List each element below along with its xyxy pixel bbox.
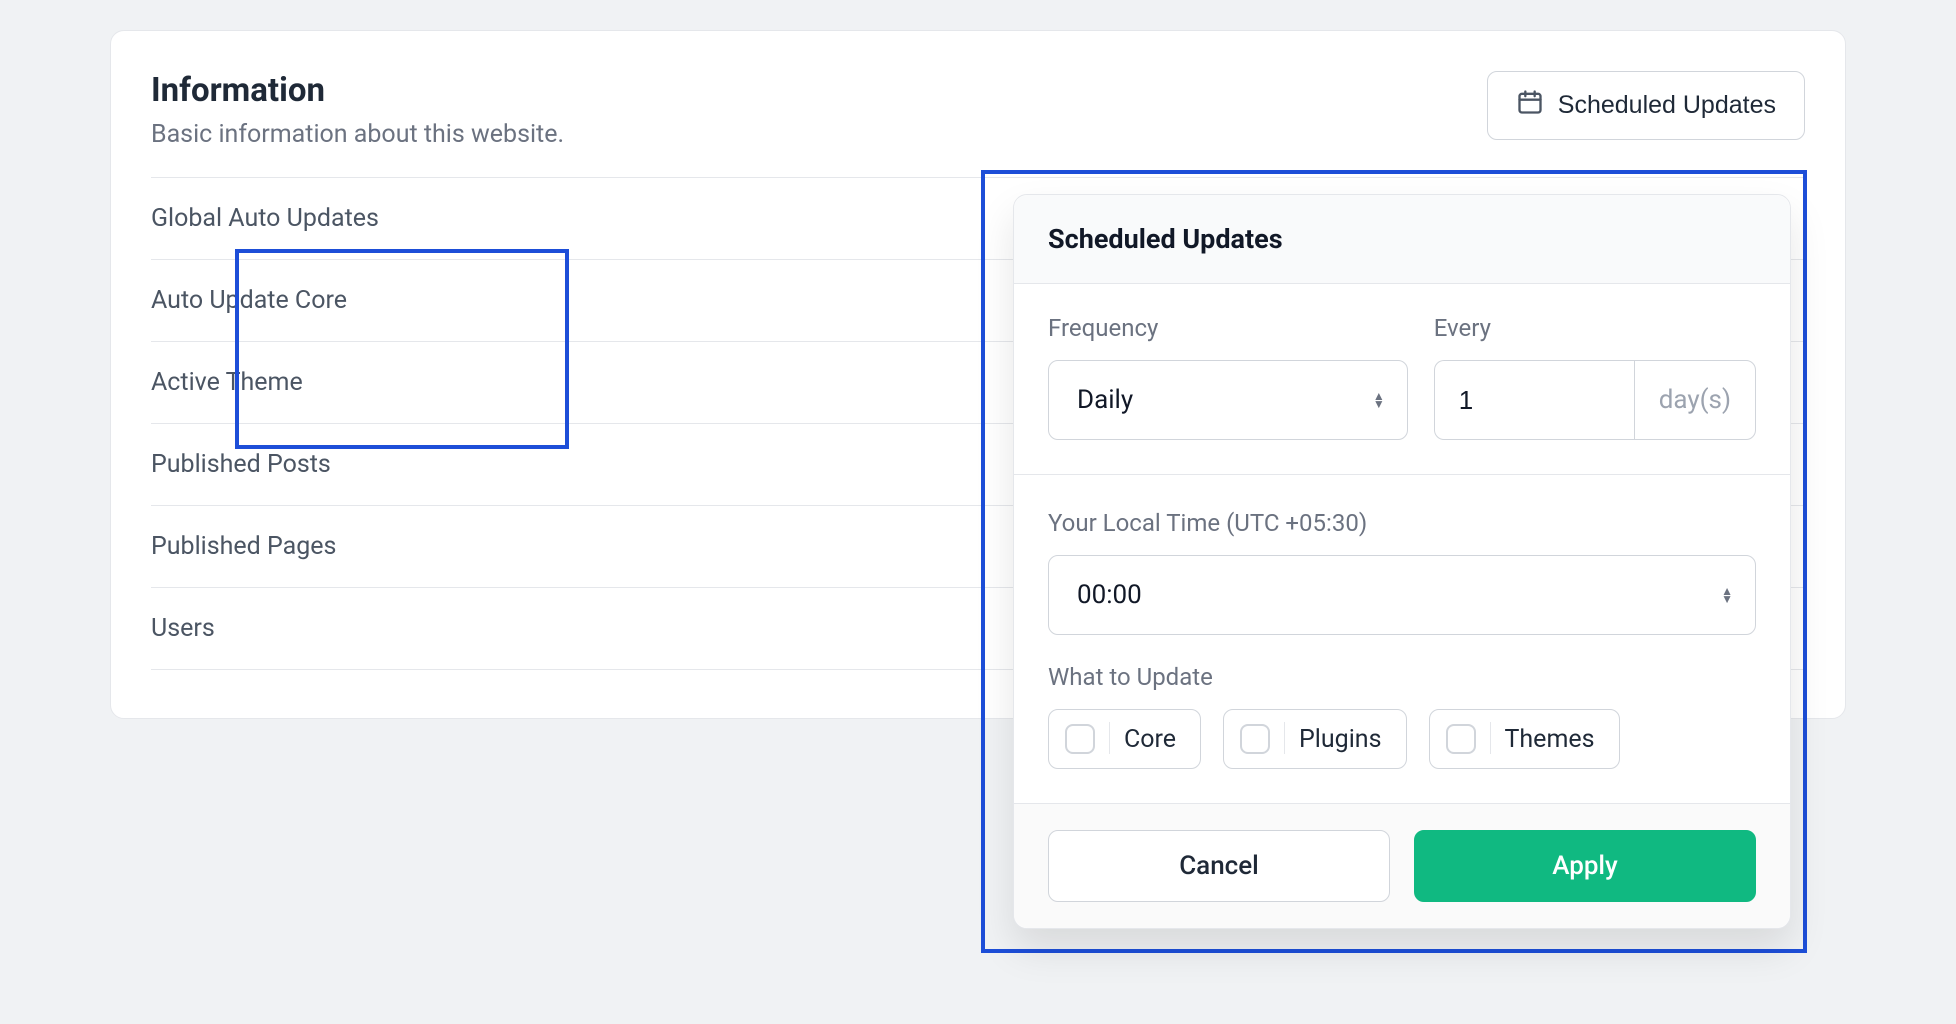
- option-core[interactable]: Core: [1048, 709, 1201, 769]
- card-heading-block: Information Basic information about this…: [151, 71, 564, 149]
- cancel-button[interactable]: Cancel: [1048, 830, 1390, 902]
- time-value: 00:00: [1077, 580, 1142, 610]
- separator: [1109, 722, 1110, 754]
- what-to-update-options: Core Plugins Themes: [1048, 709, 1756, 769]
- time-field: Your Local Time (UTC +05:30) 00:00 ▲▼: [1048, 509, 1756, 635]
- checkbox-core[interactable]: [1065, 724, 1095, 754]
- card-title: Information: [151, 71, 564, 110]
- frequency-field: Frequency Daily ▲▼: [1048, 314, 1408, 440]
- every-field: Every day(s): [1434, 314, 1756, 440]
- every-suffix: day(s): [1634, 360, 1756, 440]
- option-core-label: Core: [1124, 725, 1176, 754]
- scheduled-updates-button[interactable]: Scheduled Updates: [1487, 71, 1805, 140]
- scheduled-updates-button-label: Scheduled Updates: [1558, 91, 1776, 120]
- option-plugins[interactable]: Plugins: [1223, 709, 1406, 769]
- highlight-popover: Scheduled Updates Frequency Daily ▲▼ Eve…: [981, 170, 1807, 953]
- checkbox-themes[interactable]: [1446, 724, 1476, 754]
- apply-button[interactable]: Apply: [1414, 830, 1756, 902]
- frequency-label: Frequency: [1048, 314, 1408, 342]
- divider: [1014, 474, 1790, 475]
- option-themes-label: Themes: [1505, 725, 1595, 754]
- chevron-updown-icon: ▲▼: [1373, 392, 1385, 408]
- popover-footer: Cancel Apply: [1014, 803, 1790, 928]
- card-subtitle: Basic information about this website.: [151, 120, 564, 149]
- separator: [1490, 722, 1491, 754]
- frequency-value: Daily: [1077, 385, 1133, 415]
- time-label: Your Local Time (UTC +05:30): [1048, 509, 1756, 537]
- option-plugins-label: Plugins: [1299, 725, 1381, 754]
- popover-title: Scheduled Updates: [1014, 195, 1790, 284]
- chevron-updown-icon: ▲▼: [1721, 587, 1733, 603]
- scheduled-updates-popover: Scheduled Updates Frequency Daily ▲▼ Eve…: [1013, 194, 1791, 929]
- calendar-icon: [1516, 88, 1544, 123]
- separator: [1284, 722, 1285, 754]
- popover-body: Frequency Daily ▲▼ Every day(s): [1014, 284, 1790, 803]
- checkbox-plugins[interactable]: [1240, 724, 1270, 754]
- option-themes[interactable]: Themes: [1429, 709, 1620, 769]
- every-group: day(s): [1434, 360, 1756, 440]
- time-select[interactable]: 00:00 ▲▼: [1048, 555, 1756, 635]
- every-label: Every: [1434, 314, 1756, 342]
- every-input[interactable]: [1434, 360, 1634, 440]
- card-header: Information Basic information about this…: [151, 71, 1805, 149]
- frequency-row: Frequency Daily ▲▼ Every day(s): [1048, 314, 1756, 440]
- page-root: Information Basic information about this…: [0, 0, 1956, 719]
- frequency-select[interactable]: Daily ▲▼: [1048, 360, 1408, 440]
- what-to-update-label: What to Update: [1048, 663, 1756, 691]
